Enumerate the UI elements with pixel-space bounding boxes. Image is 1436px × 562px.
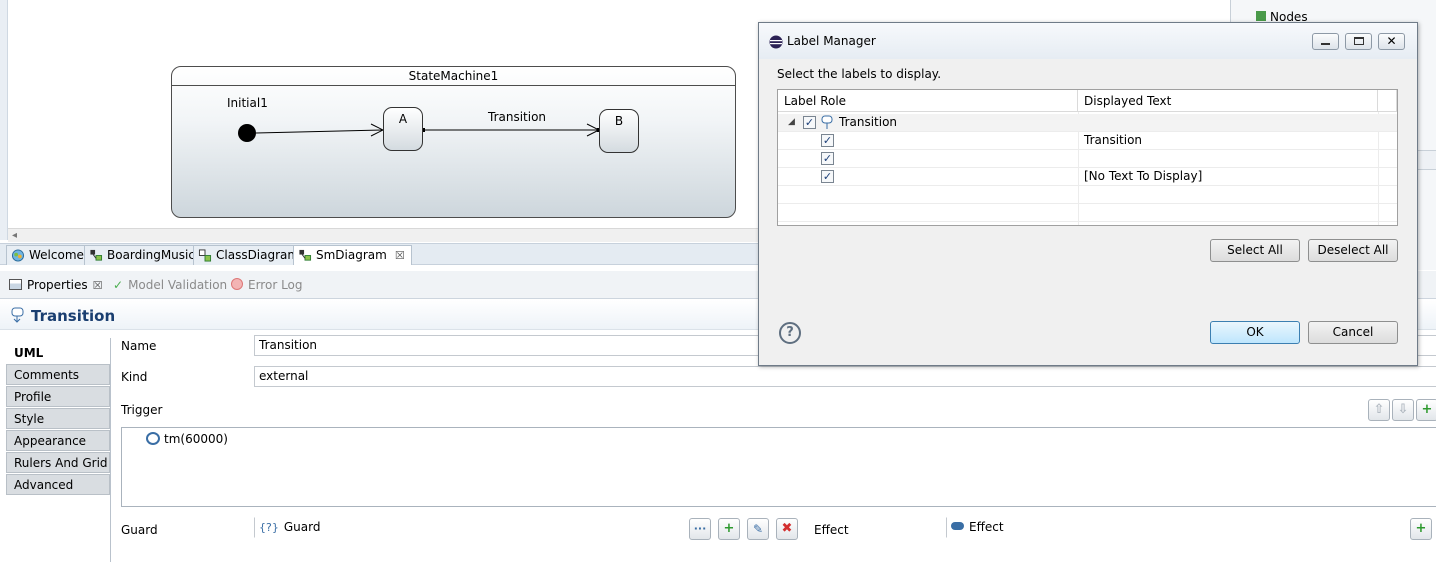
state-b[interactable]: B: [599, 109, 639, 153]
table-row[interactable]: ✓ [No Text To Display]: [778, 168, 1397, 186]
minimize-button[interactable]: [1312, 33, 1339, 50]
transition-icon: [11, 307, 24, 323]
state-b-label: B: [614, 114, 624, 128]
kind-label: Kind: [121, 370, 148, 384]
label-manager-dialog: Label Manager ✕ Select the labels to dis…: [758, 22, 1418, 366]
close-icon: ✕: [1386, 34, 1397, 48]
column-header-label-role[interactable]: Label Role: [778, 90, 1078, 112]
trigger-list[interactable]: tm(60000): [121, 427, 1436, 507]
close-button[interactable]: ✕: [1378, 33, 1405, 50]
category-style[interactable]: Style: [6, 408, 110, 429]
eclipse-icon: [769, 35, 783, 49]
state-a-label: A: [398, 112, 408, 126]
move-up-button[interactable]: ⇧: [1368, 399, 1390, 421]
initial-transition-edge[interactable]: [255, 129, 384, 134]
label-role-cell: Transition: [839, 115, 898, 129]
transition-label[interactable]: Transition: [488, 110, 546, 124]
move-down-button[interactable]: ⇩: [1392, 399, 1414, 421]
tab-boardingmusic[interactable]: BoardingMusic: [84, 245, 202, 265]
effect-field[interactable]: Effect: [946, 517, 1404, 538]
constraint-icon: {?}: [259, 521, 279, 534]
diagram-edges: [238, 123, 601, 142]
nodes-icon: [1256, 11, 1266, 21]
time-event-icon: [146, 432, 160, 445]
tab-classdiagram[interactable]: ClassDiagram: [193, 245, 307, 265]
category-profile[interactable]: Profile: [6, 386, 110, 407]
row-checkbox[interactable]: ✓: [803, 116, 816, 129]
name-label: Name: [121, 339, 157, 353]
trigger-label: Trigger: [121, 403, 163, 417]
properties-icon: [9, 279, 22, 290]
kind-select[interactable]: external: [254, 366, 1436, 387]
tab-model-validation[interactable]: ✓ Model Validation: [113, 276, 227, 296]
category-appearance[interactable]: Appearance: [6, 430, 110, 451]
maximize-button[interactable]: [1345, 33, 1372, 50]
state-diagram-icon: [299, 249, 312, 261]
guard-label: Guard: [121, 523, 158, 537]
empty-row: [778, 204, 1397, 222]
row-checkbox[interactable]: ✓: [821, 134, 834, 147]
category-uml[interactable]: UML: [6, 342, 110, 363]
close-properties-icon[interactable]: ☒: [93, 279, 103, 292]
initial-pseudostate[interactable]: [238, 124, 256, 142]
remove-guard-button[interactable]: ✖: [776, 518, 798, 540]
transition-icon: [821, 115, 833, 129]
class-diagram-icon: [198, 249, 212, 262]
row-checkbox[interactable]: ✓: [821, 152, 834, 165]
empty-row: [778, 186, 1397, 204]
deselect-all-button[interactable]: Deselect All: [1308, 239, 1398, 262]
close-tab-icon[interactable]: ☒: [395, 249, 405, 262]
displayed-text-cell: Transition: [1084, 133, 1143, 147]
tab-smdiagram[interactable]: SmDiagram ☒: [293, 245, 412, 265]
label-table: Label Role Displayed Text ◢ ✓ Transition…: [777, 89, 1398, 226]
dialog-instruction: Select the labels to display.: [777, 67, 942, 81]
category-comments[interactable]: Comments: [6, 364, 110, 385]
help-icon[interactable]: ?: [779, 322, 801, 344]
scroll-left-arrow-icon[interactable]: ◂: [12, 229, 17, 242]
table-row[interactable]: ◢ ✓ Transition: [778, 114, 1397, 132]
row-checkbox[interactable]: ✓: [821, 170, 834, 183]
add-trigger-button[interactable]: +: [1416, 399, 1436, 421]
welcome-icon: [11, 249, 25, 262]
browse-guard-button[interactable]: ···: [689, 518, 711, 540]
dialog-titlebar[interactable]: Label Manager ✕: [759, 23, 1417, 59]
displayed-text-cell: [No Text To Display]: [1084, 169, 1203, 183]
category-rulers-and-grid[interactable]: Rulers And Grid: [6, 452, 110, 473]
restore-icon: [1354, 37, 1364, 45]
category-advanced[interactable]: Advanced: [6, 474, 110, 495]
properties-title: Transition: [31, 307, 116, 325]
behavior-icon: [951, 522, 964, 530]
column-header-filler: [1378, 90, 1397, 112]
tab-properties[interactable]: Properties ☒: [9, 276, 103, 296]
expand-arrow-icon[interactable]: ◢: [788, 114, 795, 132]
cancel-button[interactable]: Cancel: [1308, 321, 1398, 344]
tab-error-log[interactable]: Error Log: [231, 276, 303, 296]
edit-guard-button[interactable]: ✎: [747, 518, 769, 540]
error-log-icon: [231, 278, 243, 290]
list-item[interactable]: tm(60000): [146, 432, 228, 446]
property-categories: UML Comments Profile Style Appearance Ru…: [0, 338, 111, 562]
table-row[interactable]: ✓ Transition: [778, 132, 1397, 150]
dialog-title: Label Manager: [787, 34, 876, 48]
check-icon: ✓: [113, 278, 124, 292]
table-row[interactable]: ✓: [778, 150, 1397, 168]
add-guard-button[interactable]: +: [718, 518, 740, 540]
state-diagram-icon: [90, 249, 103, 261]
guard-field[interactable]: {?} Guard: [254, 517, 684, 538]
select-all-button[interactable]: Select All: [1210, 239, 1300, 262]
column-header-displayed-text[interactable]: Displayed Text: [1078, 90, 1378, 112]
ok-button[interactable]: OK: [1210, 321, 1300, 344]
minimize-icon: [1321, 43, 1330, 45]
tab-welcome[interactable]: Welcome: [6, 245, 91, 265]
effect-label: Effect: [814, 523, 849, 537]
state-a[interactable]: A: [383, 107, 423, 151]
add-effect-button[interactable]: +: [1410, 518, 1432, 540]
